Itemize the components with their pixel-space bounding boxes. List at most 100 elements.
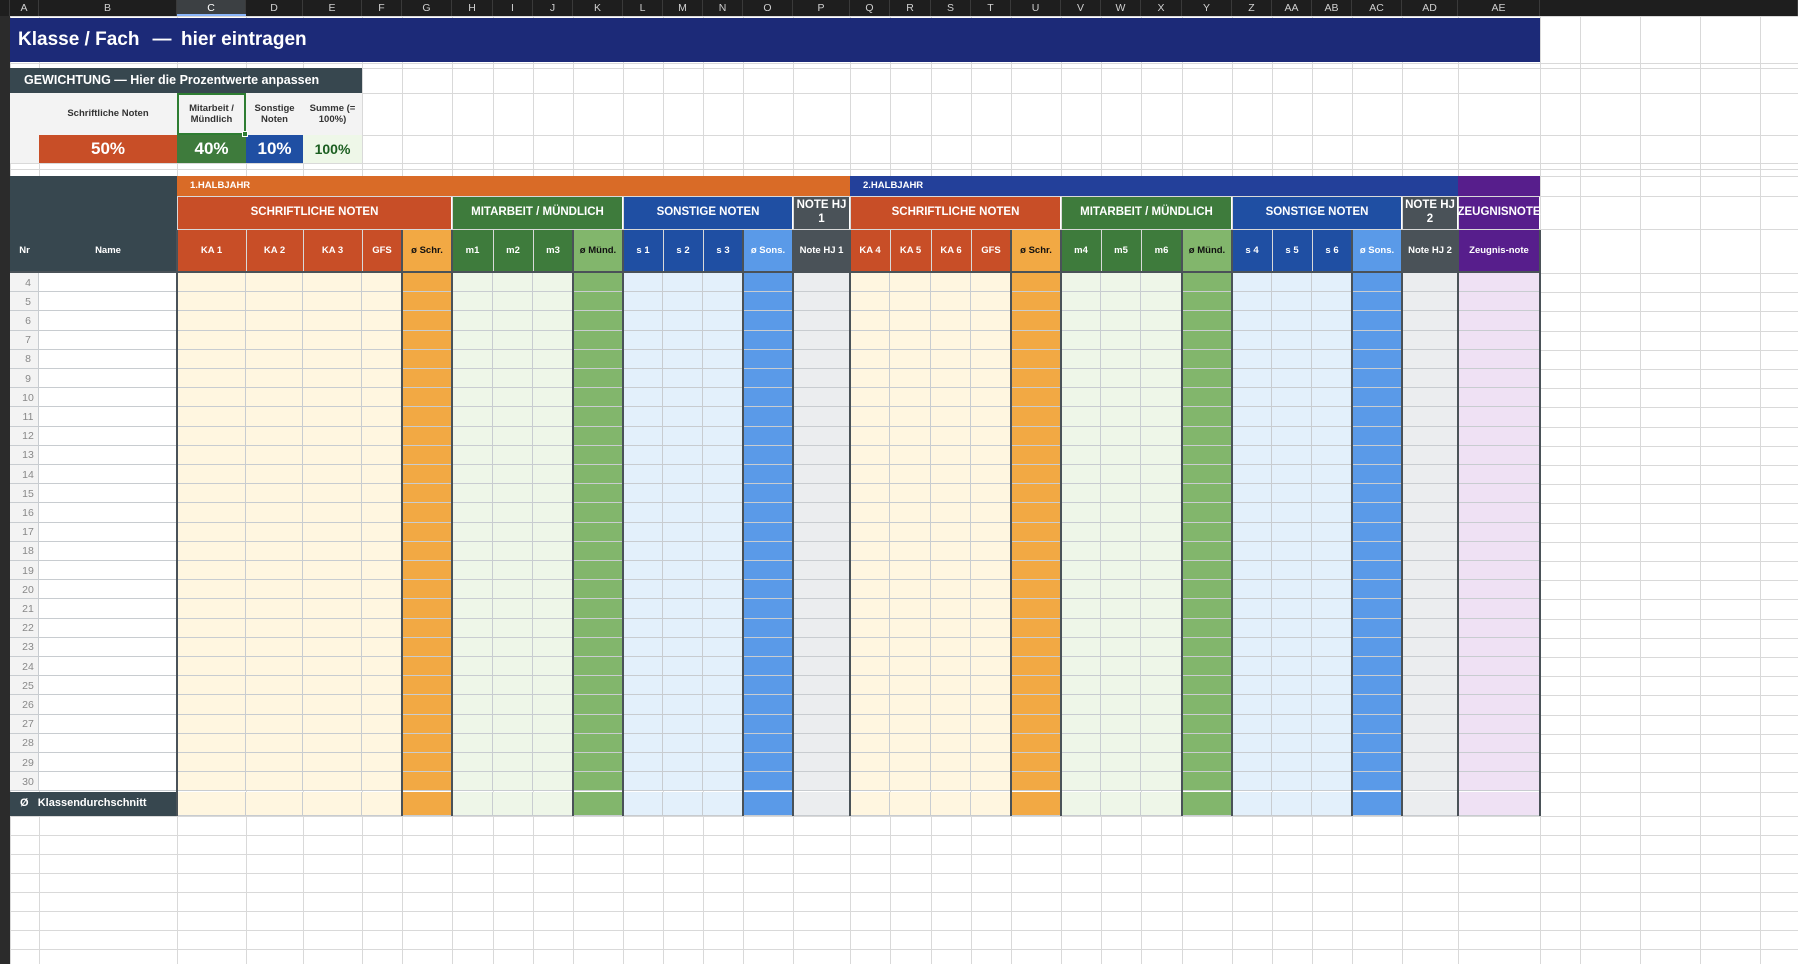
grade-cell[interactable] [1011, 503, 1061, 523]
grade-cell[interactable] [850, 445, 890, 465]
grade-cell[interactable] [663, 311, 703, 331]
column-header-d[interactable]: D [246, 0, 303, 16]
grade-cell[interactable] [1011, 753, 1061, 773]
grade-cell[interactable] [793, 484, 850, 504]
grade-cell[interactable] [850, 637, 890, 657]
grade-cell[interactable] [850, 311, 890, 331]
grade-cell[interactable] [890, 695, 931, 715]
grade-cell[interactable] [303, 349, 362, 369]
grade-cell[interactable] [1458, 657, 1540, 677]
grade-cell[interactable] [1101, 311, 1141, 331]
grade-cell[interactable] [1141, 484, 1182, 504]
grade-cell[interactable] [931, 541, 971, 561]
grade-cell[interactable] [573, 753, 623, 773]
grade-cell[interactable] [1458, 273, 1540, 293]
grade-cell[interactable] [177, 580, 246, 600]
grade-cell[interactable] [452, 657, 493, 677]
grade-cell[interactable] [362, 369, 402, 389]
grade-cell[interactable] [533, 561, 573, 581]
grade-cell[interactable] [493, 445, 533, 465]
grade-cell[interactable] [177, 522, 246, 542]
grade-cell[interactable] [402, 618, 452, 638]
grade-cell[interactable] [402, 503, 452, 523]
grade-cell[interactable] [1101, 791, 1141, 816]
grade-cell[interactable] [303, 695, 362, 715]
grade-cell[interactable] [493, 733, 533, 753]
grade-cell[interactable] [703, 388, 743, 408]
grade-cell[interactable] [1011, 522, 1061, 542]
grade-cell[interactable] [246, 330, 303, 350]
grade-cell[interactable] [850, 657, 890, 677]
grade-cell[interactable] [931, 522, 971, 542]
grade-cell[interactable] [971, 330, 1011, 350]
grade-cell[interactable] [1458, 484, 1540, 504]
grade-cell[interactable] [703, 676, 743, 696]
grade-cell[interactable] [1101, 599, 1141, 619]
active-cell-border[interactable] [177, 93, 246, 135]
grade-cell[interactable] [793, 657, 850, 677]
grade-cell[interactable] [177, 676, 246, 696]
grade-cell[interactable] [703, 330, 743, 350]
grade-cell[interactable] [362, 407, 402, 427]
grade-cell[interactable] [1272, 369, 1312, 389]
grade-cell[interactable] [1182, 695, 1232, 715]
grade-cell[interactable] [1141, 330, 1182, 350]
grade-cell[interactable] [1232, 292, 1272, 312]
grade-cell[interactable] [743, 772, 793, 792]
grade-cell[interactable] [1352, 503, 1402, 523]
grade-cell[interactable] [303, 330, 362, 350]
grade-cell[interactable] [303, 676, 362, 696]
grade-cell[interactable] [533, 503, 573, 523]
column-header-k[interactable]: K [573, 0, 623, 16]
grade-cell[interactable] [1232, 772, 1272, 792]
grade-cell[interactable] [931, 676, 971, 696]
grade-cell[interactable] [402, 273, 452, 293]
grade-cell[interactable] [1061, 676, 1101, 696]
grade-cell[interactable] [362, 273, 402, 293]
grade-cell[interactable] [177, 503, 246, 523]
student-name-cell[interactable] [39, 292, 177, 312]
grade-cell[interactable] [850, 676, 890, 696]
grade-cell[interactable] [452, 733, 493, 753]
grade-cell[interactable] [623, 676, 663, 696]
grade-cell[interactable] [971, 561, 1011, 581]
grade-cell[interactable] [743, 733, 793, 753]
grade-cell[interactable] [362, 599, 402, 619]
grade-cell[interactable] [1011, 484, 1061, 504]
grade-cell[interactable] [362, 503, 402, 523]
grade-cell[interactable] [743, 407, 793, 427]
grade-cell[interactable] [303, 426, 362, 446]
grade-cell[interactable] [573, 330, 623, 350]
grade-cell[interactable] [890, 349, 931, 369]
grade-cell[interactable] [1232, 637, 1272, 657]
column-header-m[interactable]: M [663, 0, 703, 16]
grade-cell[interactable] [890, 772, 931, 792]
grade-cell[interactable] [931, 637, 971, 657]
grade-cell[interactable] [703, 618, 743, 638]
grade-cell[interactable] [1312, 369, 1352, 389]
grade-cell[interactable] [663, 484, 703, 504]
grade-cell[interactable] [452, 407, 493, 427]
grade-cell[interactable] [493, 676, 533, 696]
student-name-cell[interactable] [39, 503, 177, 523]
grade-cell[interactable] [573, 369, 623, 389]
grade-cell[interactable] [1232, 695, 1272, 715]
grade-cell[interactable] [1182, 657, 1232, 677]
grade-cell[interactable] [1011, 541, 1061, 561]
grade-cell[interactable] [1232, 369, 1272, 389]
column-header-ac[interactable]: AC [1352, 0, 1402, 16]
grade-cell[interactable] [452, 503, 493, 523]
grade-cell[interactable] [703, 349, 743, 369]
grade-cell[interactable] [493, 292, 533, 312]
grade-cell[interactable] [1182, 753, 1232, 773]
grade-cell[interactable] [1061, 580, 1101, 600]
grade-cell[interactable] [1141, 772, 1182, 792]
grade-cell[interactable] [1011, 388, 1061, 408]
column-header-b[interactable]: B [39, 0, 177, 16]
grade-cell[interactable] [246, 349, 303, 369]
grade-cell[interactable] [533, 657, 573, 677]
grade-cell[interactable] [743, 714, 793, 734]
grade-cell[interactable] [1141, 791, 1182, 816]
grade-cell[interactable] [971, 503, 1011, 523]
grade-cell[interactable] [931, 369, 971, 389]
